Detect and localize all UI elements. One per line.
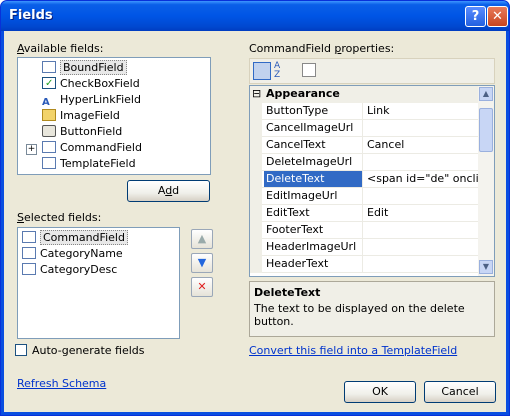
- ok-button[interactable]: OK: [344, 381, 416, 403]
- move-down-button[interactable]: ▼: [191, 253, 213, 273]
- move-up-button[interactable]: ▲: [191, 229, 213, 249]
- scroll-down-icon[interactable]: ▼: [479, 260, 493, 274]
- collapse-icon[interactable]: ⊟: [252, 87, 261, 100]
- template-icon: [42, 157, 56, 169]
- selected-item-categorydesc[interactable]: CategoryDesc: [22, 262, 117, 278]
- property-name[interactable]: EditText: [264, 205, 363, 221]
- property-name[interactable]: HeaderText: [264, 256, 363, 272]
- tree-item-hyperlinkfield[interactable]: A HyperLinkField: [42, 92, 141, 108]
- command-icon: [22, 231, 36, 243]
- checkbox-icon: ✓: [42, 77, 56, 89]
- category-appearance[interactable]: ⊟ Appearance: [250, 86, 478, 103]
- checkbox-box[interactable]: [15, 344, 27, 356]
- property-grid[interactable]: ⊟ Appearance ButtonType Link CancelImageUr…: [249, 85, 495, 277]
- row-gutter: [250, 137, 262, 154]
- button-icon: [42, 125, 56, 137]
- scroll-thumb[interactable]: [479, 108, 493, 152]
- command-icon: [42, 141, 56, 153]
- property-row-deletetext[interactable]: DeleteText <span id="de" oncli: [250, 171, 480, 188]
- categorized-icon[interactable]: [253, 62, 271, 80]
- image-icon: [42, 109, 56, 121]
- fields-dialog: Fields ? ✕ Available fields: BoundField …: [0, 0, 510, 416]
- row-gutter: [250, 205, 262, 222]
- available-fields-label: Available fields:: [17, 42, 104, 55]
- delete-field-button[interactable]: ✕: [191, 277, 213, 297]
- boundfield-icon: [22, 247, 36, 259]
- add-button[interactable]: Add: [127, 180, 210, 202]
- selected-fields-list[interactable]: CommandField CategoryName CategoryDesc: [17, 227, 180, 339]
- tree-item-checkboxfield[interactable]: ✓ CheckBoxField: [42, 76, 140, 92]
- dialog-body: Available fields: BoundField ✓ CheckBoxFi…: [4, 31, 506, 412]
- tree-item-buttonfield[interactable]: ButtonField: [42, 124, 122, 140]
- properties-label: CommandField properties:: [249, 42, 395, 55]
- description-text: The text to be displayed on the delete b…: [254, 302, 465, 328]
- property-row-cancelimageurl[interactable]: CancelImageUrl: [250, 120, 478, 137]
- cancel-button[interactable]: Cancel: [424, 381, 496, 403]
- property-value[interactable]: <span id="de" oncli: [365, 171, 480, 187]
- row-gutter: [250, 188, 262, 205]
- description-title: DeleteText: [254, 286, 321, 299]
- properties-toolbar: AZ: [249, 58, 495, 84]
- property-pages-icon[interactable]: [302, 63, 316, 77]
- property-row-deleteimageurl[interactable]: DeleteImageUrl: [250, 154, 478, 171]
- row-gutter: [250, 256, 262, 273]
- property-name[interactable]: ButtonType: [264, 103, 363, 119]
- property-row-edittext[interactable]: EditText Edit: [250, 205, 478, 222]
- property-value[interactable]: Link: [365, 103, 480, 119]
- property-name[interactable]: DeleteImageUrl: [264, 154, 363, 170]
- row-gutter: [250, 120, 262, 137]
- expand-icon[interactable]: +: [26, 144, 37, 155]
- property-grid-scrollbar[interactable]: ▲ ▼: [478, 86, 494, 276]
- property-value[interactable]: [365, 188, 480, 204]
- selected-item-commandfield[interactable]: CommandField: [22, 230, 128, 246]
- alphabetical-icon[interactable]: AZ: [274, 62, 292, 80]
- available-fields-tree[interactable]: BoundField ✓ CheckBoxField A HyperLinkFiel…: [17, 57, 211, 175]
- boundfield-icon: [22, 263, 36, 275]
- property-value[interactable]: [365, 120, 480, 136]
- property-value[interactable]: Edit: [365, 205, 480, 221]
- refresh-schema-link[interactable]: Refresh Schema: [17, 377, 106, 390]
- property-name[interactable]: FooterText: [264, 222, 363, 238]
- property-name[interactable]: HeaderImageUrl: [264, 239, 363, 255]
- property-value[interactable]: Cancel: [365, 137, 480, 153]
- property-row-canceltext[interactable]: CancelText Cancel: [250, 137, 478, 154]
- property-row-headerimageurl[interactable]: HeaderImageUrl: [250, 239, 478, 256]
- property-value[interactable]: [365, 154, 480, 170]
- scroll-up-icon[interactable]: ▲: [479, 87, 493, 101]
- property-value[interactable]: [365, 256, 480, 272]
- row-gutter: [250, 103, 262, 120]
- tree-item-templatefield[interactable]: TemplateField: [42, 156, 136, 172]
- autogenerate-fields-checkbox[interactable]: Auto-generate fields: [15, 344, 145, 357]
- property-name[interactable]: DeleteText: [264, 171, 363, 187]
- property-value[interactable]: [365, 239, 480, 255]
- row-gutter: [250, 239, 262, 256]
- selected-item-categoryname[interactable]: CategoryName: [22, 246, 123, 262]
- property-name[interactable]: EditImageUrl: [264, 188, 363, 204]
- property-name[interactable]: CancelImageUrl: [264, 120, 363, 136]
- convert-to-templatefield-link[interactable]: Convert this field into a TemplateField: [249, 344, 457, 357]
- close-button[interactable]: ✕: [487, 6, 508, 27]
- property-value[interactable]: [365, 222, 480, 238]
- row-gutter: [250, 171, 262, 188]
- tree-item-commandfield[interactable]: + CommandField: [26, 140, 142, 156]
- property-name[interactable]: CancelText: [264, 137, 363, 153]
- property-row-footertext[interactable]: FooterText: [250, 222, 478, 239]
- property-row-buttontype[interactable]: ButtonType Link: [250, 103, 478, 120]
- help-button[interactable]: ?: [465, 6, 486, 27]
- boundfield-icon: [42, 61, 56, 73]
- tree-item-boundfield[interactable]: BoundField: [42, 60, 127, 76]
- title-bar: Fields ? ✕: [1, 1, 509, 31]
- property-description-panel: DeleteText The text to be displayed on t…: [249, 281, 495, 337]
- row-gutter: [250, 154, 262, 171]
- tree-item-imagefield[interactable]: ImageField: [42, 108, 120, 124]
- selected-fields-label: Selected fields:: [17, 211, 102, 224]
- row-gutter: [250, 222, 262, 239]
- property-row-editimageurl[interactable]: EditImageUrl: [250, 188, 478, 205]
- property-row-headertext[interactable]: HeaderText: [250, 256, 478, 273]
- window-title: Fields: [9, 8, 53, 23]
